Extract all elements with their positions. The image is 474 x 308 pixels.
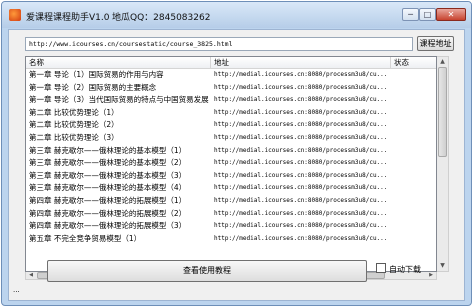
row-name: 第三章 赫克歇尔——俄林理论的基本模型（4） [29, 183, 187, 193]
row-name: 第四章 赫克歇尔——俄林理论的拓展模型（2） [29, 208, 187, 218]
table-row[interactable]: 第三章 赫克歇尔——俄林理论的基本模型（2） http://medial.icou… [26, 157, 436, 170]
row-url: http://medial.icourses.cn:8080/processm3… [214, 71, 388, 78]
scroll-up-icon[interactable]: ▲ [437, 57, 448, 67]
list-header: 名称 地址 状态 [26, 57, 436, 69]
qq-contact: 地瓜QQ：2845083262 [112, 13, 211, 23]
table-row[interactable]: 第三章 赫克歇尔——俄林理论的基本模型（4） http://medial.icou… [26, 182, 436, 195]
row-name: 第一章 导论（3）当代国际贸易的特点与中国贸易发展 [29, 95, 209, 105]
row-url: http://medial.icourses.cn:8080/processm3… [214, 159, 388, 167]
table-row[interactable]: 第三章 赫克歇尔——俄林理论的基本模型（1） http://medial.icou… [26, 145, 436, 158]
row-name: 第二章 比较优势理论（3） [29, 132, 119, 142]
scroll-left-icon[interactable]: ◀ [26, 271, 36, 279]
view-tutorial-button[interactable]: 查看使用教程 [47, 260, 367, 282]
row-name: 第四章 赫克歇尔——俄林理论的拓展模型（3） [29, 221, 187, 231]
row-url: http://medial.icourses.cn:8080/processm3… [214, 171, 388, 179]
row-name: 第三章 赫克歇尔——俄林理论的基本模型（3） [29, 170, 187, 180]
close-button[interactable]: ✕ [436, 8, 466, 21]
table-row[interactable]: 第一章 导论（2）国际贸易的主要概念 http://medial.icourses… [26, 82, 436, 95]
course-url-input[interactable]: http://www.icourses.cn/coursestatic/cour… [25, 37, 413, 51]
row-url: http://medial.icourses.cn:8080/processm3… [214, 108, 388, 116]
table-row[interactable]: 第五章 不完全竞争贸易模型（1） http://medial.icourses.c… [26, 233, 436, 246]
maximize-button[interactable]: □ [419, 8, 436, 21]
table-row[interactable]: 第一章 导论（3）当代国际贸易的特点与中国贸易发展 http://medial.i… [26, 94, 436, 107]
auto-download-checkbox[interactable] [376, 263, 386, 273]
row-url: http://medial.icourses.cn:8080/processm3… [214, 184, 388, 192]
table-row[interactable]: 第四章 赫克歇尔——俄林理论的拓展模型（3） http://medial.icou… [26, 220, 436, 233]
row-name: 第一章 导论（2）国际贸易的主要概念 [29, 82, 157, 92]
scroll-right-icon[interactable]: ▶ [426, 271, 436, 279]
row-name: 第二章 比较优势理论（2） [29, 120, 119, 130]
table-row[interactable]: 第四章 赫克歇尔——俄林理论的拓展模型（2） http://medial.icou… [26, 208, 436, 221]
scroll-down-icon[interactable]: ▼ [437, 261, 448, 271]
title-bar[interactable]: 爱课程课程助手V1.0 地瓜QQ：2845083262 ─ □ ✕ [2, 2, 471, 28]
video-list[interactable]: 名称 地址 状态 第一章 导论（1）国际贸易的作用与内容 http://media… [25, 56, 437, 272]
table-row[interactable]: 第四章 赫克歇尔——俄林理论的拓展模型（1） http://medial.icou… [26, 195, 436, 208]
vertical-scroll-thumb[interactable] [438, 67, 447, 157]
table-row[interactable]: 第三章 赫克歇尔——俄林理论的基本模型（3） http://medial.icou… [26, 170, 436, 183]
minimize-button[interactable]: ─ [402, 8, 419, 21]
auto-download-label: 自动下载 [389, 265, 421, 274]
table-row[interactable]: 第一章 导论（1）国际贸易的作用与内容 http://medial.icourse… [26, 69, 436, 82]
row-name: 第二章 比较优势理论（1） [29, 107, 119, 117]
list-rows: 第一章 导论（1）国际贸易的作用与内容 http://medial.icourse… [26, 69, 436, 245]
client-area: http://www.icourses.cn/coursestatic/cour… [8, 29, 465, 301]
row-url: http://medial.icourses.cn:8080/processm3… [214, 209, 388, 217]
status-text: ... [13, 286, 20, 294]
table-row[interactable]: 第二章 比较优势理论（3） http://medial.icourses.cn:8… [26, 132, 436, 145]
row-name: 第五章 不完全竞争贸易模型（1） [29, 233, 142, 243]
column-header-name[interactable]: 名称 [26, 57, 211, 68]
row-name: 第三章 赫克歇尔——俄林理论的基本模型（1） [29, 145, 187, 155]
vertical-scrollbar[interactable]: ▲ ▼ [437, 56, 449, 272]
row-url: http://medial.icourses.cn:8080/processm3… [214, 146, 388, 154]
window-title: 爱课程课程助手V1.0 [26, 13, 110, 23]
column-header-status[interactable]: 状态 [391, 57, 436, 68]
row-name: 第四章 赫克歇尔——俄林理论的拓展模型（1） [29, 195, 187, 205]
row-url: http://medial.icourses.cn:8080/processm3… [214, 96, 388, 104]
row-url: http://medial.icourses.cn:8080/processm3… [214, 121, 388, 129]
table-row[interactable]: 第二章 比较优势理论（1） http://medial.icourses.cn:8… [26, 107, 436, 120]
row-url: http://medial.icourses.cn:8080/processm3… [214, 196, 388, 204]
app-window: 爱课程课程助手V1.0 地瓜QQ：2845083262 ─ □ ✕ http:/… [1, 1, 472, 306]
auto-download-toggle[interactable]: 自动下载 [376, 263, 421, 275]
row-name: 第一章 导论（1）国际贸易的作用与内容 [29, 70, 164, 79]
app-icon [9, 9, 21, 21]
row-url: http://medial.icourses.cn:8080/processm3… [214, 83, 388, 91]
row-url: http://medial.icourses.cn:8080/processm3… [214, 133, 388, 141]
course-url-button[interactable]: 课程地址 [417, 36, 454, 51]
column-header-url[interactable]: 地址 [211, 57, 391, 68]
row-url: http://medial.icourses.cn:8080/processm3… [214, 222, 388, 230]
row-url: http://medial.icourses.cn:8080/processm3… [214, 234, 388, 242]
row-name: 第三章 赫克歇尔——俄林理论的基本模型（2） [29, 158, 187, 168]
table-row[interactable]: 第二章 比较优势理论（2） http://medial.icourses.cn:8… [26, 119, 436, 132]
